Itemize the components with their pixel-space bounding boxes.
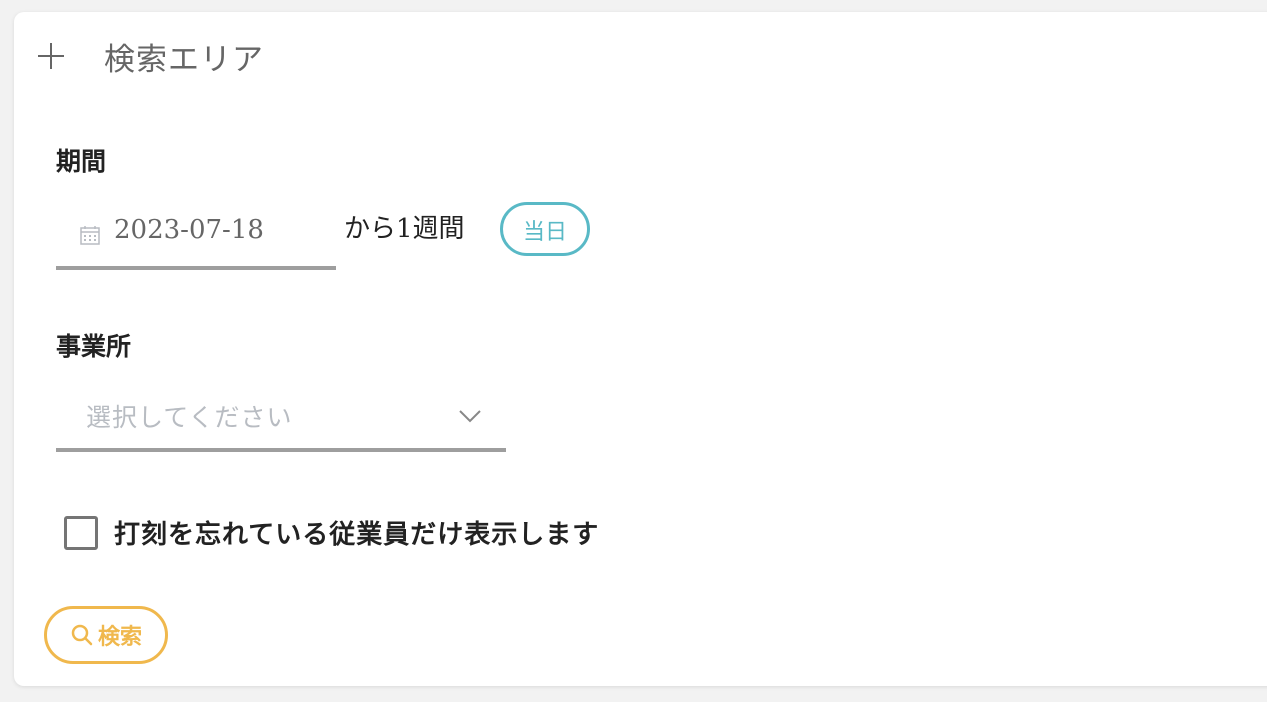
office-select[interactable]: 選択してください xyxy=(56,388,506,452)
calendar-icon xyxy=(80,226,100,245)
search-button-label: 検索 xyxy=(97,625,142,650)
search-icon xyxy=(71,624,93,646)
period-suffix: から1週間 xyxy=(344,214,465,244)
office-label: 事業所 xyxy=(56,332,132,361)
search-area-title: 検索エリア xyxy=(104,41,264,78)
forgotten-clock-checkbox[interactable] xyxy=(64,515,98,550)
search-button[interactable]: 検索 xyxy=(44,606,168,664)
date-value: 2023-07-18 xyxy=(114,215,264,245)
today-button[interactable]: 当日 xyxy=(500,202,590,256)
date-input[interactable]: 2023-07-18 xyxy=(56,204,336,270)
period-label: 期間 xyxy=(56,147,107,176)
search-area-header[interactable]: 検索エリア xyxy=(36,36,264,78)
search-area-panel: 検索エリア 期間 2023-07-18 から1週間 当日 事業所 選択してくださ… xyxy=(14,12,1267,686)
chevron-down-icon xyxy=(459,410,481,423)
forgotten-clock-filter[interactable]: 打刻を忘れている従業員だけ表示します xyxy=(64,514,599,551)
forgotten-clock-label[interactable]: 打刻を忘れている従業員だけ表示します xyxy=(114,514,599,551)
office-select-placeholder: 選択してください xyxy=(86,403,293,432)
plus-icon[interactable] xyxy=(36,41,66,71)
